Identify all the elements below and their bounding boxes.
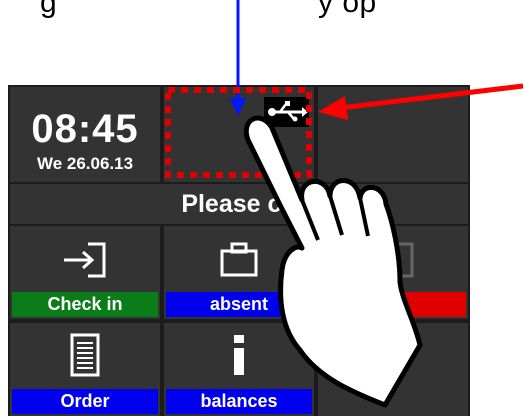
pointing-hand-icon — [243, 115, 423, 408]
blue-arrow-head — [230, 98, 246, 116]
red-arrow-head — [318, 96, 348, 120]
annotation-overlay — [165, 0, 524, 408]
red-arrow-line — [339, 83, 524, 111]
